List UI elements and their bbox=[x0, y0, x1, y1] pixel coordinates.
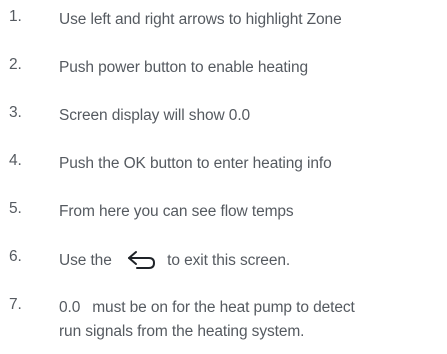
step-text-4: Push the OK button to enter heating info bbox=[59, 155, 332, 172]
step-text-6: Use the to exit this screen. bbox=[59, 248, 290, 273]
step-7-line2: run signals from the heating system. bbox=[59, 323, 305, 340]
step-text-2: Push power button to enable heating bbox=[59, 59, 308, 76]
step-text-3: Screen display will show 0.0 bbox=[59, 107, 251, 124]
step-number-4: 4. bbox=[9, 152, 22, 169]
step-number-1: 1. bbox=[9, 8, 22, 25]
step-number-7: 7. bbox=[9, 296, 22, 313]
step-7-line1-rest: must be on for the heat pump to detect bbox=[92, 299, 355, 316]
step-6-text-after: to exit this screen. bbox=[167, 252, 291, 269]
instruction-page: 1. Use left and right arrows to highligh… bbox=[0, 0, 447, 354]
step-6-text-before: Use the bbox=[59, 252, 112, 269]
back-arrow-icon bbox=[126, 248, 157, 272]
step-text-5: From here you can see flow temps bbox=[59, 203, 294, 220]
step-number-5: 5. bbox=[9, 200, 22, 217]
step-7-code: 0.0 bbox=[59, 299, 81, 316]
step-text-1: Use left and right arrows to highlight Z… bbox=[59, 11, 342, 28]
step-number-6: 6. bbox=[9, 248, 22, 265]
step-number-2: 2. bbox=[9, 56, 22, 73]
step-text-7: 0.0 must be on for the heat pump to detec… bbox=[59, 296, 355, 344]
step-number-3: 3. bbox=[9, 104, 22, 121]
